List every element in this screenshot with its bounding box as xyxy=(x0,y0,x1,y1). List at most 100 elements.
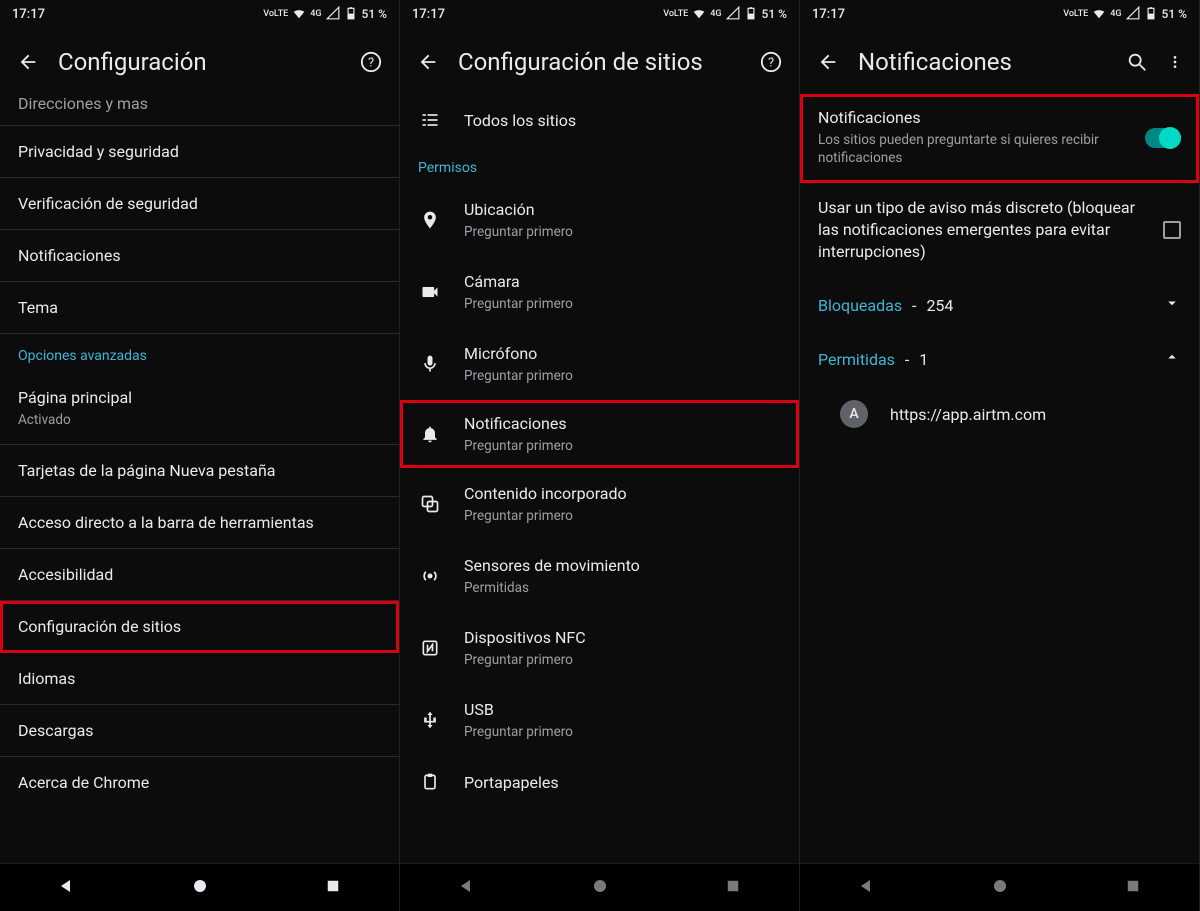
nav-bar xyxy=(800,863,1199,911)
nav-home-icon[interactable] xyxy=(591,877,609,899)
status-battery: 51 % xyxy=(762,7,787,21)
perm-microfono[interactable]: MicrófonoPreguntar primero xyxy=(400,328,799,400)
settings-item-acerca[interactable]: Acerca de Chrome xyxy=(0,757,399,808)
nav-bar xyxy=(400,863,799,911)
status-volte: VoLTE xyxy=(663,10,688,19)
nav-recent-icon[interactable] xyxy=(724,877,742,899)
settings-item-privacidad[interactable]: Privacidad y seguridad xyxy=(0,126,399,178)
section-opciones-avanzadas: Opciones avanzadas xyxy=(0,334,399,372)
checkbox-unchecked[interactable] xyxy=(1163,221,1181,239)
settings-item-tema[interactable]: Tema xyxy=(0,282,399,334)
chevron-down-icon xyxy=(1163,294,1181,316)
perm-camara[interactable]: CámaraPreguntar primero xyxy=(400,256,799,328)
settings-item-idiomas[interactable]: Idiomas xyxy=(0,653,399,705)
settings-list: Direcciones y mas Privacidad y seguridad… xyxy=(0,94,399,863)
clipboard-icon xyxy=(418,772,442,792)
back-icon[interactable] xyxy=(416,50,440,74)
nav-home-icon[interactable] xyxy=(991,877,1009,899)
notifications-settings: Notificaciones Los sitios pueden pregunt… xyxy=(800,94,1199,863)
back-icon[interactable] xyxy=(816,50,840,74)
settings-item-direcciones[interactable]: Direcciones y mas xyxy=(0,94,399,126)
back-icon[interactable] xyxy=(16,50,40,74)
signal-icon xyxy=(326,6,340,23)
header: Configuración ? xyxy=(0,28,399,94)
battery-icon xyxy=(1144,6,1158,23)
nav-back-icon[interactable] xyxy=(58,877,76,899)
nav-back-icon[interactable] xyxy=(458,877,476,899)
allowed-site-row[interactable]: A https://app.airtm.com xyxy=(800,386,1199,442)
settings-item-pagina-principal[interactable]: Página principalActivado xyxy=(0,372,399,445)
signal-icon xyxy=(1126,6,1140,23)
quiet-notifications-checkbox[interactable]: Usar un tipo de aviso más discreto (bloq… xyxy=(800,183,1199,278)
permissions-list: Todos los sitios Permisos UbicaciónPregu… xyxy=(400,94,799,863)
notifications-master-toggle[interactable]: Notificaciones Los sitios pueden pregunt… xyxy=(800,94,1199,183)
settings-item-notificaciones[interactable]: Notificaciones xyxy=(0,230,399,282)
status-bar: 17:17 VoLTE 4G 51 % xyxy=(0,0,399,28)
site-url: https://app.airtm.com xyxy=(890,405,1046,424)
status-bar: 17:17 VoLTE 4G 51 % xyxy=(800,0,1199,28)
screen-notificaciones: 17:17 VoLTE 4G 51 % Notificaciones Notif… xyxy=(800,0,1200,911)
help-icon[interactable]: ? xyxy=(759,50,783,74)
nfc-icon xyxy=(418,638,442,658)
status-4g: 4G xyxy=(1110,10,1121,19)
status-time: 17:17 xyxy=(412,7,445,22)
search-icon[interactable] xyxy=(1125,50,1149,74)
status-time: 17:17 xyxy=(12,7,45,22)
screen-configuracion: 17:17 VoLTE 4G 51 % Configuración ? Dire… xyxy=(0,0,400,911)
embed-icon xyxy=(418,494,442,514)
status-battery: 51 % xyxy=(362,7,387,21)
status-time: 17:17 xyxy=(812,7,845,22)
battery-icon xyxy=(344,6,358,23)
settings-item-verificacion[interactable]: Verificación de seguridad xyxy=(0,178,399,230)
nav-recent-icon[interactable] xyxy=(1124,877,1142,899)
page-title: Configuración xyxy=(58,48,341,76)
list-icon xyxy=(418,110,442,130)
section-permisos: Permisos xyxy=(400,146,799,184)
header: Notificaciones xyxy=(800,28,1199,94)
nav-home-icon[interactable] xyxy=(191,877,209,899)
signal-icon xyxy=(726,6,740,23)
svg-text:?: ? xyxy=(368,56,374,71)
perm-contenido[interactable]: Contenido incorporadoPreguntar primero xyxy=(400,468,799,540)
wifi-icon xyxy=(692,6,706,23)
page-title: Notificaciones xyxy=(858,48,1107,76)
wifi-icon xyxy=(1092,6,1106,23)
perm-usb[interactable]: USBPreguntar primero xyxy=(400,684,799,756)
status-volte: VoLTE xyxy=(1063,10,1088,19)
status-battery: 51 % xyxy=(1162,7,1187,21)
camera-icon xyxy=(418,282,442,302)
settings-item-descargas[interactable]: Descargas xyxy=(0,705,399,757)
battery-icon xyxy=(744,6,758,23)
mic-icon xyxy=(418,354,442,374)
perm-portapapeles[interactable]: Portapapeles xyxy=(400,756,799,796)
allowed-section[interactable]: Permitidas - 1 xyxy=(800,332,1199,386)
bell-icon xyxy=(418,424,442,444)
settings-item-accesibilidad[interactable]: Accesibilidad xyxy=(0,549,399,601)
perm-nfc[interactable]: Dispositivos NFCPreguntar primero xyxy=(400,612,799,684)
help-icon[interactable]: ? xyxy=(359,50,383,74)
status-4g: 4G xyxy=(310,10,321,19)
settings-item-acceso-directo[interactable]: Acceso directo a la barra de herramienta… xyxy=(0,497,399,549)
header: Configuración de sitios ? xyxy=(400,28,799,94)
wifi-icon xyxy=(292,6,306,23)
more-icon[interactable] xyxy=(1167,50,1183,74)
site-favicon: A xyxy=(840,400,868,428)
status-bar: 17:17 VoLTE 4G 51 % xyxy=(400,0,799,28)
perm-notificaciones[interactable]: NotificacionesPreguntar primero xyxy=(400,400,799,468)
location-icon xyxy=(418,210,442,230)
settings-item-tarjetas[interactable]: Tarjetas de la página Nueva pestaña xyxy=(0,445,399,497)
toggle-switch-on[interactable] xyxy=(1145,128,1181,148)
svg-text:?: ? xyxy=(768,56,774,71)
nav-bar xyxy=(0,863,399,911)
usb-icon xyxy=(418,710,442,730)
perm-sensores[interactable]: Sensores de movimientoPermitidas xyxy=(400,540,799,612)
perm-ubicacion[interactable]: UbicaciónPreguntar primero xyxy=(400,184,799,256)
item-todos-sitios[interactable]: Todos los sitios xyxy=(400,94,799,146)
status-volte: VoLTE xyxy=(263,10,288,19)
settings-item-configuracion-sitios[interactable]: Configuración de sitios xyxy=(0,601,399,653)
chevron-up-icon xyxy=(1163,348,1181,370)
nav-recent-icon[interactable] xyxy=(324,877,342,899)
blocked-section[interactable]: Bloqueadas - 254 xyxy=(800,278,1199,332)
nav-back-icon[interactable] xyxy=(858,877,876,899)
sensor-icon xyxy=(418,566,442,586)
